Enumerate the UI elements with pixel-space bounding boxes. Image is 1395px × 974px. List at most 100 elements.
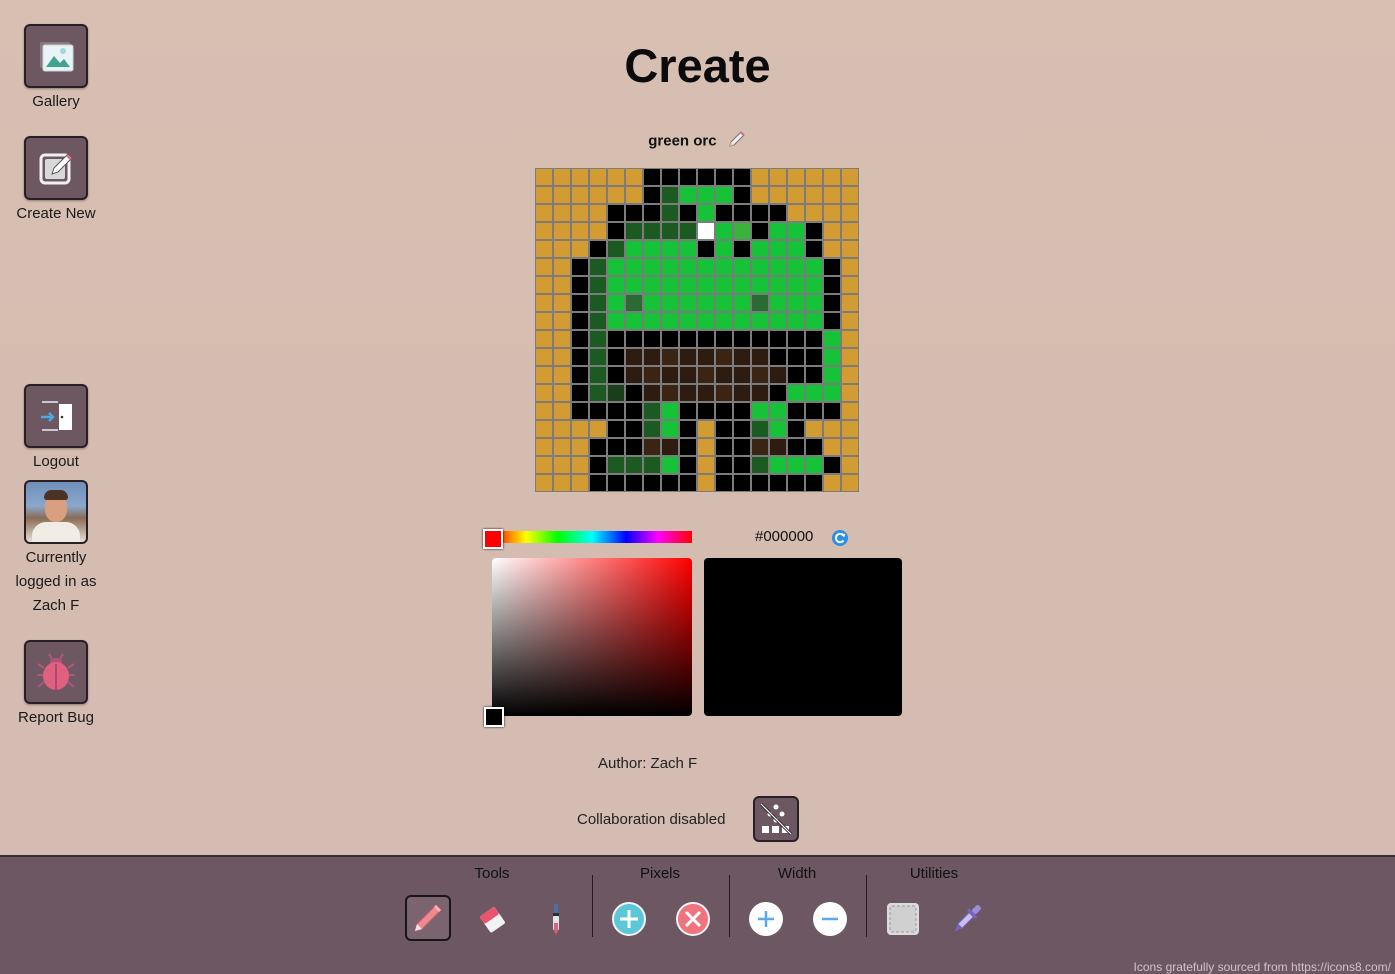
pixel-cell[interactable] bbox=[607, 348, 625, 366]
hue-slider[interactable] bbox=[492, 531, 692, 543]
pixel-cell[interactable] bbox=[679, 258, 697, 276]
pixel-cell[interactable] bbox=[733, 222, 751, 240]
pixel-cell[interactable] bbox=[751, 168, 769, 186]
pixel-cell[interactable] bbox=[607, 258, 625, 276]
pixel-cell[interactable] bbox=[661, 294, 679, 312]
pixel-cell[interactable] bbox=[715, 402, 733, 420]
pixel-cell[interactable] bbox=[679, 294, 697, 312]
pixel-cell[interactable] bbox=[805, 276, 823, 294]
pixel-cell[interactable] bbox=[571, 204, 589, 222]
pixel-cell[interactable] bbox=[625, 204, 643, 222]
hue-slider-thumb[interactable] bbox=[483, 529, 503, 549]
pixel-cell[interactable] bbox=[553, 276, 571, 294]
pixel-cell[interactable] bbox=[787, 402, 805, 420]
pixel-cell[interactable] bbox=[679, 402, 697, 420]
pixel-cell[interactable] bbox=[535, 384, 553, 402]
pixel-cell[interactable] bbox=[715, 240, 733, 258]
pixel-cell[interactable] bbox=[643, 438, 661, 456]
pixel-cell[interactable] bbox=[733, 348, 751, 366]
pixel-cell[interactable] bbox=[769, 420, 787, 438]
pixel-cell[interactable] bbox=[643, 366, 661, 384]
pixel-cell[interactable] bbox=[607, 366, 625, 384]
select-all-button[interactable] bbox=[881, 897, 925, 941]
pixel-cell[interactable] bbox=[823, 204, 841, 222]
pixel-cell[interactable] bbox=[571, 222, 589, 240]
pixel-cell[interactable] bbox=[787, 474, 805, 492]
pixel-cell[interactable] bbox=[769, 330, 787, 348]
pixel-cell[interactable] bbox=[805, 456, 823, 474]
pixel-cell[interactable] bbox=[715, 204, 733, 222]
pixel-cell[interactable] bbox=[571, 366, 589, 384]
pixel-cell[interactable] bbox=[697, 222, 715, 240]
pixel-cell[interactable] bbox=[571, 294, 589, 312]
pixel-cell[interactable] bbox=[715, 474, 733, 492]
pixel-cell[interactable] bbox=[607, 438, 625, 456]
pixel-cell[interactable] bbox=[607, 168, 625, 186]
pixel-cell[interactable] bbox=[751, 240, 769, 258]
pixel-cell[interactable] bbox=[697, 366, 715, 384]
pixel-cell[interactable] bbox=[607, 204, 625, 222]
pixel-cell[interactable] bbox=[535, 186, 553, 204]
pixel-cell[interactable] bbox=[535, 402, 553, 420]
pixel-cell[interactable] bbox=[841, 420, 859, 438]
pixel-cell[interactable] bbox=[607, 330, 625, 348]
fill-bucket-button[interactable] bbox=[945, 897, 989, 941]
pixel-cell[interactable] bbox=[769, 168, 787, 186]
pixel-cell[interactable] bbox=[697, 420, 715, 438]
pixel-cell[interactable] bbox=[841, 366, 859, 384]
pixel-cell[interactable] bbox=[841, 312, 859, 330]
pixel-cell[interactable] bbox=[607, 240, 625, 258]
pixel-cell[interactable] bbox=[733, 384, 751, 402]
saturation-value-thumb[interactable] bbox=[484, 707, 504, 727]
pixel-canvas[interactable] bbox=[535, 168, 859, 492]
pixel-cell[interactable] bbox=[733, 312, 751, 330]
pixel-cell[interactable] bbox=[535, 420, 553, 438]
pixel-cell[interactable] bbox=[805, 348, 823, 366]
pixel-cell[interactable] bbox=[661, 168, 679, 186]
pixel-cell[interactable] bbox=[751, 456, 769, 474]
pixel-cell[interactable] bbox=[571, 384, 589, 402]
pixel-cell[interactable] bbox=[769, 384, 787, 402]
pixel-cell[interactable] bbox=[589, 348, 607, 366]
pixel-cell[interactable] bbox=[661, 276, 679, 294]
pixel-cell[interactable] bbox=[697, 294, 715, 312]
pixel-cell[interactable] bbox=[589, 240, 607, 258]
rename-pencil-icon[interactable] bbox=[727, 129, 747, 153]
pixel-cell[interactable] bbox=[733, 330, 751, 348]
pixel-cell[interactable] bbox=[643, 276, 661, 294]
pixel-cell[interactable] bbox=[589, 474, 607, 492]
pixel-cell[interactable] bbox=[787, 420, 805, 438]
pixel-cell[interactable] bbox=[535, 456, 553, 474]
pixel-cell[interactable] bbox=[697, 312, 715, 330]
pixel-cell[interactable] bbox=[823, 276, 841, 294]
sidebar-item-report-bug[interactable]: Report Bug bbox=[0, 640, 112, 730]
pixel-cell[interactable] bbox=[769, 366, 787, 384]
pixel-cell[interactable] bbox=[571, 348, 589, 366]
pixel-cell[interactable] bbox=[643, 222, 661, 240]
pixel-cell[interactable] bbox=[589, 456, 607, 474]
add-pixels-button[interactable] bbox=[607, 897, 651, 941]
pixel-cell[interactable] bbox=[751, 330, 769, 348]
pixel-cell[interactable] bbox=[697, 348, 715, 366]
pixel-cell[interactable] bbox=[823, 330, 841, 348]
pixel-cell[interactable] bbox=[733, 420, 751, 438]
pixel-cell[interactable] bbox=[589, 222, 607, 240]
pixel-cell[interactable] bbox=[751, 438, 769, 456]
pixel-cell[interactable] bbox=[715, 168, 733, 186]
pixel-cell[interactable] bbox=[625, 222, 643, 240]
pixel-cell[interactable] bbox=[679, 312, 697, 330]
pixel-cell[interactable] bbox=[715, 186, 733, 204]
pixel-cell[interactable] bbox=[823, 168, 841, 186]
pixel-cell[interactable] bbox=[553, 240, 571, 258]
pixel-cell[interactable] bbox=[589, 294, 607, 312]
pixel-cell[interactable] bbox=[841, 294, 859, 312]
pixel-cell[interactable] bbox=[751, 402, 769, 420]
pixel-cell[interactable] bbox=[643, 348, 661, 366]
eraser-tool-button[interactable] bbox=[470, 897, 514, 941]
pixel-cell[interactable] bbox=[841, 204, 859, 222]
pixel-cell[interactable] bbox=[643, 204, 661, 222]
pixel-cell[interactable] bbox=[607, 474, 625, 492]
pixel-cell[interactable] bbox=[697, 204, 715, 222]
pixel-cell[interactable] bbox=[607, 312, 625, 330]
pixel-cell[interactable] bbox=[805, 330, 823, 348]
